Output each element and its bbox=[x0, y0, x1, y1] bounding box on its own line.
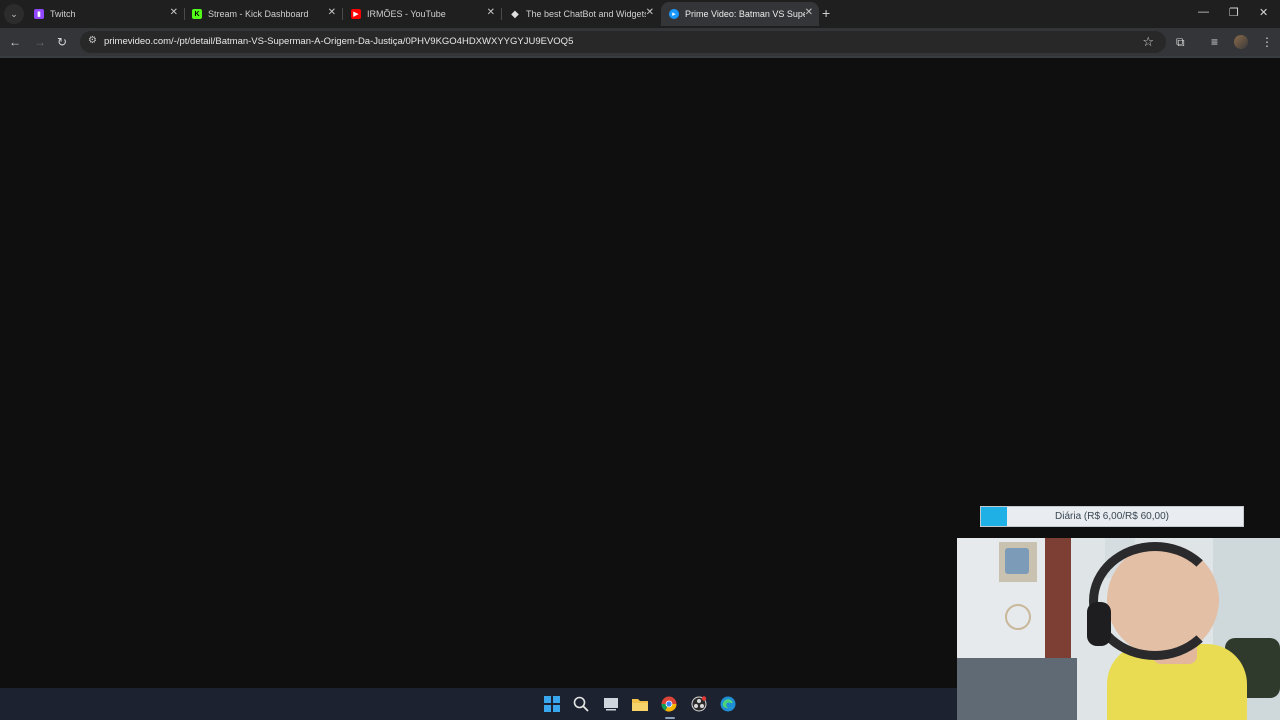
address-bar-url[interactable]: primevideo.com/-/pt/detail/Batman-VS-Sup… bbox=[104, 36, 573, 47]
extensions-icon[interactable]: ⧉ bbox=[1176, 35, 1185, 50]
file-explorer-icon[interactable] bbox=[630, 694, 650, 714]
webcam-dreamcatcher bbox=[1005, 604, 1031, 630]
new-tab-button[interactable]: + bbox=[822, 5, 830, 21]
back-arrow-icon[interactable]: ← bbox=[9, 35, 21, 49]
youtube-icon: ▶ bbox=[351, 9, 361, 19]
tab-title: Stream - Kick Dashboard bbox=[208, 9, 309, 19]
tab-search-chevron-icon[interactable]: ⌄ bbox=[4, 4, 24, 24]
edge-icon[interactable] bbox=[718, 694, 738, 714]
chrome-icon[interactable] bbox=[659, 694, 679, 714]
tab-kick-dashboard[interactable]: K Stream - Kick Dashboard ✕ bbox=[184, 2, 342, 26]
bookmark-star-icon[interactable]: ☆ bbox=[1142, 34, 1154, 50]
window-close-icon[interactable]: ✕ bbox=[1259, 6, 1268, 19]
task-view-icon[interactable] bbox=[601, 694, 621, 714]
reload-icon[interactable]: ↻ bbox=[57, 35, 67, 49]
profile-avatar[interactable] bbox=[1234, 35, 1248, 49]
obs-icon[interactable] bbox=[689, 694, 709, 714]
tab-title: Prime Video: Batman VS Superm bbox=[685, 9, 805, 19]
close-icon[interactable]: ✕ bbox=[487, 7, 495, 18]
tab-strip: ⌄ ▮ Twitch ✕ K Stream - Kick Dashboard ✕… bbox=[0, 0, 1280, 28]
webcam-poster-art bbox=[1005, 548, 1029, 574]
close-icon[interactable]: ✕ bbox=[328, 7, 336, 18]
prime-video-icon: ▸ bbox=[669, 9, 679, 19]
close-icon[interactable]: ✕ bbox=[170, 7, 178, 18]
menu-kebab-icon[interactable]: ⋮ bbox=[1261, 35, 1273, 49]
goal-label: Diária (R$ 6,00/R$ 60,00) bbox=[1055, 511, 1169, 522]
tab-title: IRMÕES - YouTube bbox=[367, 9, 446, 19]
address-bar[interactable]: ⚙ primevideo.com/-/pt/detail/Batman-VS-S… bbox=[80, 31, 1166, 53]
headset-earcup bbox=[1087, 602, 1111, 646]
webcam-door bbox=[1045, 538, 1071, 668]
tab-title: The best ChatBot and Widgets bbox=[526, 9, 646, 19]
webcam-overlay bbox=[957, 538, 1280, 720]
twitch-icon: ▮ bbox=[34, 9, 44, 19]
active-app-indicator bbox=[665, 717, 675, 719]
media-controls-icon[interactable]: ≡ bbox=[1211, 35, 1218, 49]
windows-start-icon[interactable] bbox=[542, 694, 562, 714]
tab-title: Twitch bbox=[50, 9, 76, 19]
donation-goal-bar: Diária (R$ 6,00/R$ 60,00) bbox=[980, 506, 1244, 527]
windows-taskbar bbox=[0, 688, 957, 720]
restore-icon[interactable]: ❐ bbox=[1229, 6, 1239, 19]
close-icon[interactable]: ✕ bbox=[646, 7, 654, 18]
streamelements-icon: ◆ bbox=[511, 8, 519, 20]
tab-prime-video[interactable]: ▸ Prime Video: Batman VS Superm ✕ bbox=[661, 2, 819, 26]
forward-arrow-icon[interactable]: → bbox=[34, 35, 46, 49]
browser-toolbar: ← → ↻ ⚙ primevideo.com/-/pt/detail/Batma… bbox=[0, 28, 1280, 56]
tab-streamelements[interactable]: ◆ The best ChatBot and Widgets ✕ bbox=[502, 2, 660, 26]
search-icon[interactable] bbox=[571, 694, 591, 714]
tab-twitch[interactable]: ▮ Twitch ✕ bbox=[26, 2, 184, 26]
tab-youtube[interactable]: ▶ IRMÕES - YouTube ✕ bbox=[343, 2, 501, 26]
close-icon[interactable]: ✕ bbox=[805, 7, 813, 18]
minimize-icon[interactable]: — bbox=[1198, 6, 1209, 18]
webcam-bed bbox=[957, 658, 1077, 720]
site-info-icon[interactable]: ⚙ bbox=[88, 35, 97, 46]
headset-icon bbox=[1089, 542, 1221, 660]
kick-icon: K bbox=[192, 9, 202, 19]
